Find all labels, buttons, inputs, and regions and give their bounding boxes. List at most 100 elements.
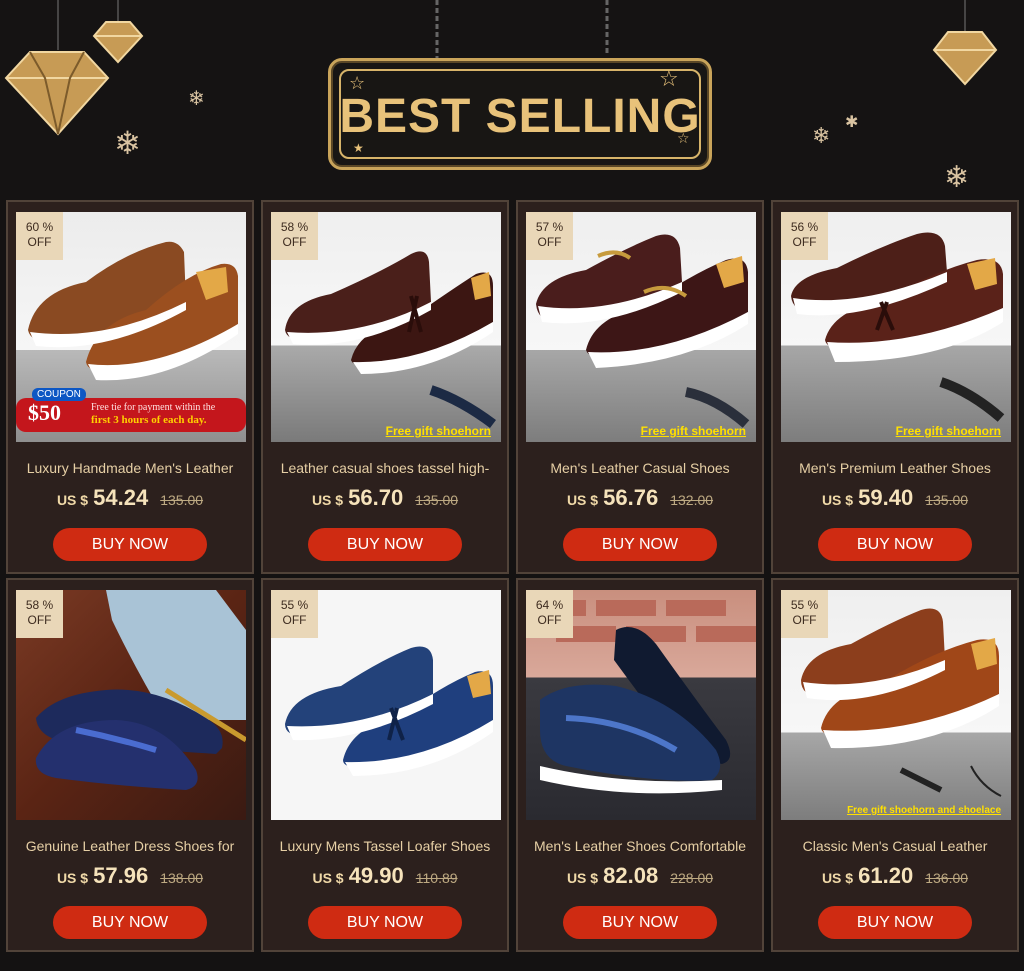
product-name[interactable]: Men's Premium Leather Shoes [779, 460, 1011, 476]
product-name[interactable]: Men's Leather Casual Shoes [524, 460, 756, 476]
chain-icon [605, 0, 609, 55]
currency: US $ [312, 870, 344, 886]
original-price: 135.00 [925, 492, 969, 508]
original-price: 132.00 [670, 492, 714, 508]
page-title: BEST SELLING [339, 90, 701, 143]
diamond-ornament-right-icon [932, 0, 998, 86]
product-image[interactable]: 58 % OFF [16, 590, 246, 820]
currency: US $ [311, 492, 344, 508]
discount-badge: 55 % OFF [781, 590, 828, 638]
discount-off: OFF [27, 235, 52, 249]
product-image[interactable]: Free gift shoehorn 57 % OFF [526, 212, 756, 442]
buy-now-button[interactable]: BUY NOW [308, 528, 462, 561]
discount-off: OFF [537, 235, 562, 249]
discount-percent: 60 % [25, 220, 54, 234]
currency: US $ [821, 870, 854, 886]
coupon-banner[interactable]: COUPON $50 Free tie for payment within t… [16, 388, 246, 432]
buy-now-button[interactable]: BUY NOW [53, 528, 207, 561]
original-price: 228.00 [670, 870, 714, 886]
product-name[interactable]: Genuine Leather Dress Shoes for [14, 838, 246, 854]
discount-off: OFF [282, 613, 307, 627]
product-name[interactable]: Classic Men's Casual Leather [779, 838, 1011, 854]
currency: US $ [566, 492, 599, 508]
original-price: 110.89 [415, 870, 458, 886]
discount-badge: 60 % OFF [16, 212, 63, 260]
product-image[interactable]: Free gift shoehorn 56 % OFF [781, 212, 1011, 442]
sale-price: 49.90 [348, 863, 404, 888]
product-card[interactable]: Free gift shoehorn and shoelace 55 % OFF… [771, 578, 1019, 952]
original-price: 136.00 [925, 870, 969, 886]
discount-percent: 64 % [535, 598, 564, 612]
product-name[interactable]: Leather casual shoes tassel high- [269, 460, 501, 476]
product-name[interactable]: Luxury Handmade Men's Leather [14, 460, 246, 476]
diamond-ornament-small-icon [92, 0, 144, 64]
product-image[interactable]: 55 % OFF [271, 590, 501, 820]
sale-price: 61.20 [858, 863, 914, 888]
buy-now-button[interactable]: BUY NOW [563, 906, 717, 939]
product-card[interactable]: Free gift shoehorn 57 % OFF Men's Leathe… [516, 200, 764, 574]
page: ❄ ❄ ❄ ✱ ❄ ☆ ☆ ☆ ★ BEST SELLING COUPON $5… [0, 0, 1024, 971]
discount-off: OFF [792, 235, 817, 249]
sale-price: 59.40 [858, 485, 914, 510]
product-card[interactable]: 64 % OFF Men's Leather Shoes Comfortable… [516, 578, 764, 952]
sale-price: 56.76 [603, 485, 659, 510]
discount-off: OFF [27, 613, 52, 627]
price-row: US $ 49.90 110.89 [263, 863, 507, 889]
sale-price: 57.96 [93, 863, 149, 888]
free-gift-note: Free gift shoehorn [895, 424, 1001, 438]
discount-badge: 56 % OFF [781, 212, 828, 260]
price-row: US $ 56.70 135.00 [263, 485, 507, 511]
discount-off: OFF [792, 613, 817, 627]
buy-now-button[interactable]: BUY NOW [53, 906, 207, 939]
snowflake-icon: ❄ [188, 86, 205, 110]
snowflake-icon: ✱ [845, 112, 859, 131]
product-card[interactable]: 55 % OFF Luxury Mens Tassel Loafer Shoes… [261, 578, 509, 952]
discount-badge: 58 % OFF [271, 212, 318, 260]
price-row: US $ 57.96 138.00 [8, 863, 252, 889]
discount-percent: 57 % [535, 220, 564, 234]
currency: US $ [56, 492, 89, 508]
snowflake-icon: ❄ [944, 160, 970, 195]
sale-price: 54.24 [93, 485, 149, 510]
product-name[interactable]: Luxury Mens Tassel Loafer Shoes [269, 838, 501, 854]
product-image[interactable]: Free gift shoehorn and shoelace 55 % OFF [781, 590, 1011, 820]
header: ❄ ❄ ❄ ✱ ❄ ☆ ☆ ☆ ★ BEST SELLING [0, 0, 1024, 200]
product-image[interactable]: 64 % OFF [526, 590, 756, 820]
best-selling-banner: ☆ ☆ ☆ ★ BEST SELLING [328, 58, 712, 170]
coupon-text: Free tie for payment within the first 3 … [91, 401, 242, 427]
buy-now-button[interactable]: BUY NOW [818, 528, 972, 561]
sale-price: 82.08 [603, 863, 659, 888]
coupon-line-2: first 3 hours of each day. [91, 414, 207, 426]
discount-percent: 56 % [790, 220, 819, 234]
product-image[interactable]: Free gift shoehorn 58 % OFF [271, 212, 501, 442]
discount-off: OFF [537, 613, 562, 627]
coupon-line-1: Free tie for payment within the [91, 402, 216, 413]
discount-badge: 57 % OFF [526, 212, 573, 260]
product-card[interactable]: COUPON $50 Free tie for payment within t… [6, 200, 254, 574]
discount-off: OFF [282, 235, 307, 249]
price-row: US $ 56.76 132.00 [518, 485, 762, 511]
product-card[interactable]: Free gift shoehorn 58 % OFF Leather casu… [261, 200, 509, 574]
free-gift-note: Free gift shoehorn [385, 424, 491, 438]
product-image[interactable]: COUPON $50 Free tie for payment within t… [16, 212, 246, 442]
buy-now-button[interactable]: BUY NOW [308, 906, 462, 939]
snowflake-icon: ❄ [812, 124, 831, 149]
original-price: 135.00 [415, 492, 459, 508]
original-price: 138.00 [160, 870, 204, 886]
currency: US $ [56, 870, 89, 886]
sale-price: 56.70 [348, 485, 404, 510]
buy-now-button[interactable]: BUY NOW [818, 906, 972, 939]
price-row: US $ 82.08 228.00 [518, 863, 762, 889]
product-name[interactable]: Men's Leather Shoes Comfortable [524, 838, 756, 854]
discount-percent: 58 % [25, 598, 54, 612]
discount-percent: 55 % [280, 598, 309, 612]
buy-now-button[interactable]: BUY NOW [563, 528, 717, 561]
discount-badge: 64 % OFF [526, 590, 573, 638]
currency: US $ [566, 870, 599, 886]
product-card[interactable]: Free gift shoehorn 56 % OFF Men's Premiu… [771, 200, 1019, 574]
product-card[interactable]: 58 % OFF Genuine Leather Dress Shoes for… [6, 578, 254, 952]
snowflake-icon: ❄ [114, 124, 141, 162]
chain-icon [435, 0, 439, 60]
discount-percent: 58 % [280, 220, 309, 234]
free-gift-note: Free gift shoehorn and shoelace [847, 805, 1001, 816]
